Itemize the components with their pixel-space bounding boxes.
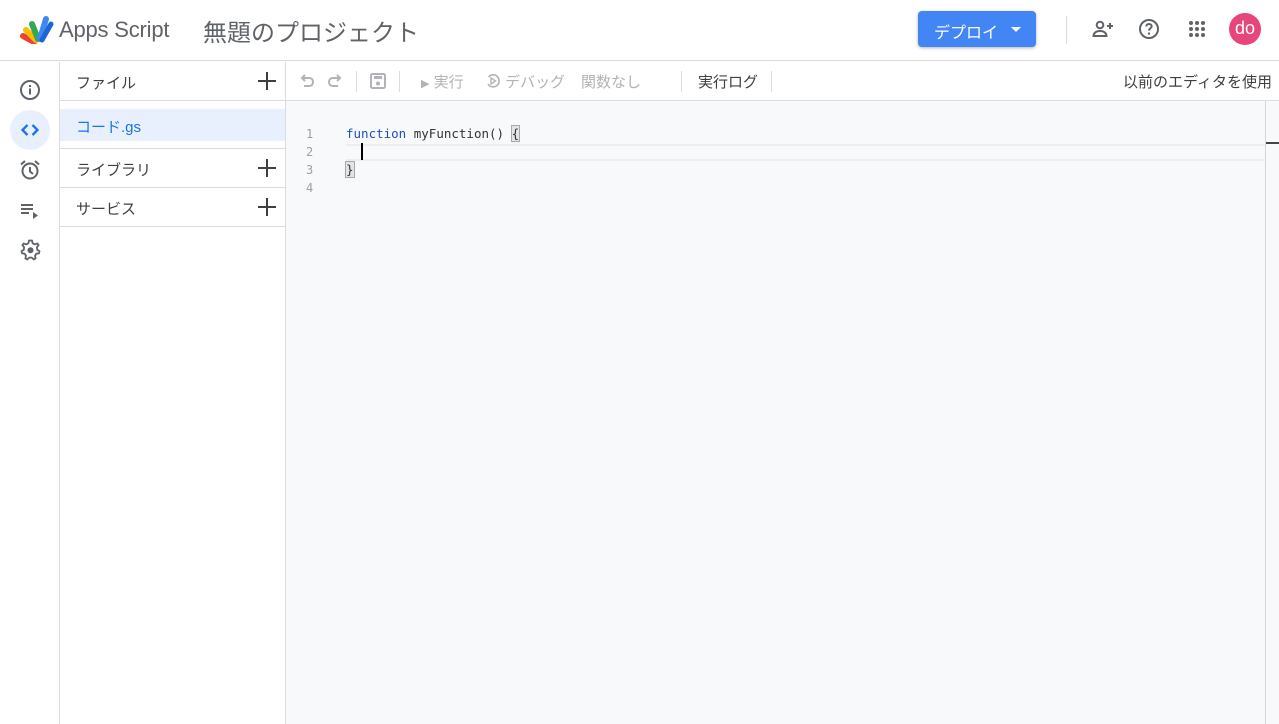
code-editor[interactable]: 1 2 3 4 function myFunction() { }	[286, 101, 1279, 724]
deploy-label: デプロイ	[934, 25, 999, 42]
line-number: 1	[306, 127, 314, 141]
line-number: 4	[306, 181, 314, 195]
code-keyword: function	[346, 126, 407, 141]
scrollbar-cursor-marker	[1266, 142, 1279, 144]
gear-icon	[20, 239, 41, 261]
files-label: ファイル	[76, 75, 137, 92]
left-nav-rail	[0, 62, 60, 724]
file-item-code-gs[interactable]: コード.gs	[60, 109, 285, 141]
debug-icon	[487, 74, 500, 88]
file-name: コード.gs	[76, 119, 142, 136]
add-service-plus-icon[interactable]	[256, 196, 278, 218]
info-icon	[20, 80, 40, 100]
top-bar: Apps Script 無題のプロジェクト デプロイ do	[0, 0, 1279, 61]
help-icon[interactable]	[1137, 17, 1161, 41]
apps-script-logo-icon	[20, 16, 54, 44]
code-text: myFunction()	[406, 126, 512, 141]
divider	[1066, 16, 1067, 44]
save-icon[interactable]	[369, 72, 387, 90]
project-title[interactable]: 無題のプロジェクト	[203, 13, 419, 48]
divider	[356, 71, 357, 92]
executions-list-icon	[21, 204, 38, 219]
text-cursor	[361, 143, 363, 160]
libraries-label: ライブラリ	[76, 162, 152, 179]
rail-item-executions[interactable]	[10, 190, 50, 230]
debug-button[interactable]: デバッグ	[485, 71, 565, 92]
account-avatar[interactable]: do	[1229, 13, 1261, 45]
rail-item-editor[interactable]	[10, 110, 50, 150]
add-library-plus-icon[interactable]	[256, 157, 278, 179]
app-name[interactable]: Apps Script	[59, 17, 169, 43]
run-label: 実行	[433, 74, 464, 91]
execution-log-button[interactable]: 実行ログ	[698, 71, 758, 92]
rail-item-overview[interactable]	[10, 70, 50, 110]
divider	[681, 71, 682, 92]
services-label: サービス	[76, 201, 137, 218]
current-line-highlight	[346, 144, 1265, 161]
chevron-down-icon	[1011, 27, 1021, 32]
debug-label: デバッグ	[505, 74, 566, 91]
scrollbar-track[interactable]	[1265, 101, 1266, 724]
apps-grid-icon[interactable]	[1185, 17, 1209, 41]
matched-bracket: {	[510, 125, 521, 142]
code-line: function myFunction() {	[346, 125, 521, 142]
play-icon: ▶	[421, 78, 430, 90]
undo-icon[interactable]	[298, 72, 316, 90]
redo-icon[interactable]	[326, 72, 344, 90]
files-section-header: ファイル	[60, 62, 285, 101]
editor-toolbar: ▶ 実行 デバッグ 関数なし 実行ログ 以前のエディタを使用	[286, 62, 1279, 101]
alarm-clock-icon	[20, 160, 40, 180]
run-button[interactable]: ▶ 実行	[421, 71, 464, 92]
rail-item-settings[interactable]	[10, 230, 50, 270]
function-select[interactable]: 関数なし	[581, 71, 641, 92]
code-line: }	[345, 161, 355, 178]
libraries-section-header: ライブラリ	[60, 149, 285, 188]
use-legacy-editor-button[interactable]: 以前のエディタを使用	[1123, 71, 1272, 92]
services-section-header: サービス	[60, 188, 285, 227]
code-icon	[20, 124, 40, 136]
line-number: 3	[306, 163, 314, 177]
line-number: 2	[306, 145, 314, 159]
matched-bracket: }	[345, 161, 355, 178]
add-file-plus-icon[interactable]	[256, 70, 278, 92]
divider	[771, 71, 772, 92]
deploy-button[interactable]: デプロイ	[918, 11, 1036, 47]
share-add-person-icon[interactable]	[1091, 17, 1115, 41]
divider	[399, 71, 400, 92]
files-panel: ファイル コード.gs ライブラリ サービス	[60, 62, 286, 724]
rail-item-triggers[interactable]	[10, 150, 50, 190]
